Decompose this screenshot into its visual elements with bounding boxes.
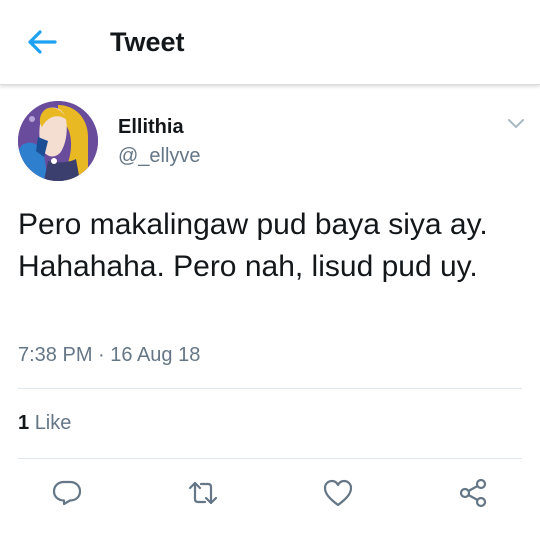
share-icon[interactable] [457,477,489,509]
tweet-text: Pero makalingaw pud baya siya ay. Hahaha… [18,208,488,283]
like-count-label: Like [34,412,72,434]
chevron-down-icon[interactable] [505,112,527,134]
divider [18,458,522,459]
divider [18,388,522,389]
avatar[interactable] [18,101,98,181]
like-count[interactable]: 1 Like [18,412,71,435]
user-handle[interactable]: @_ellyve [118,145,201,168]
tweet-timestamp: 7:38 PM · 16 Aug 18 [18,344,201,366]
retweet-icon[interactable] [187,477,219,509]
heart-icon[interactable] [322,477,354,509]
reply-icon[interactable] [51,477,83,509]
page-title: Tweet [110,27,185,57]
display-name[interactable]: Ellithia [118,116,184,139]
like-count-number: 1 [18,412,30,434]
top-bar: Tweet [0,0,540,85]
back-arrow-icon[interactable] [26,28,58,56]
